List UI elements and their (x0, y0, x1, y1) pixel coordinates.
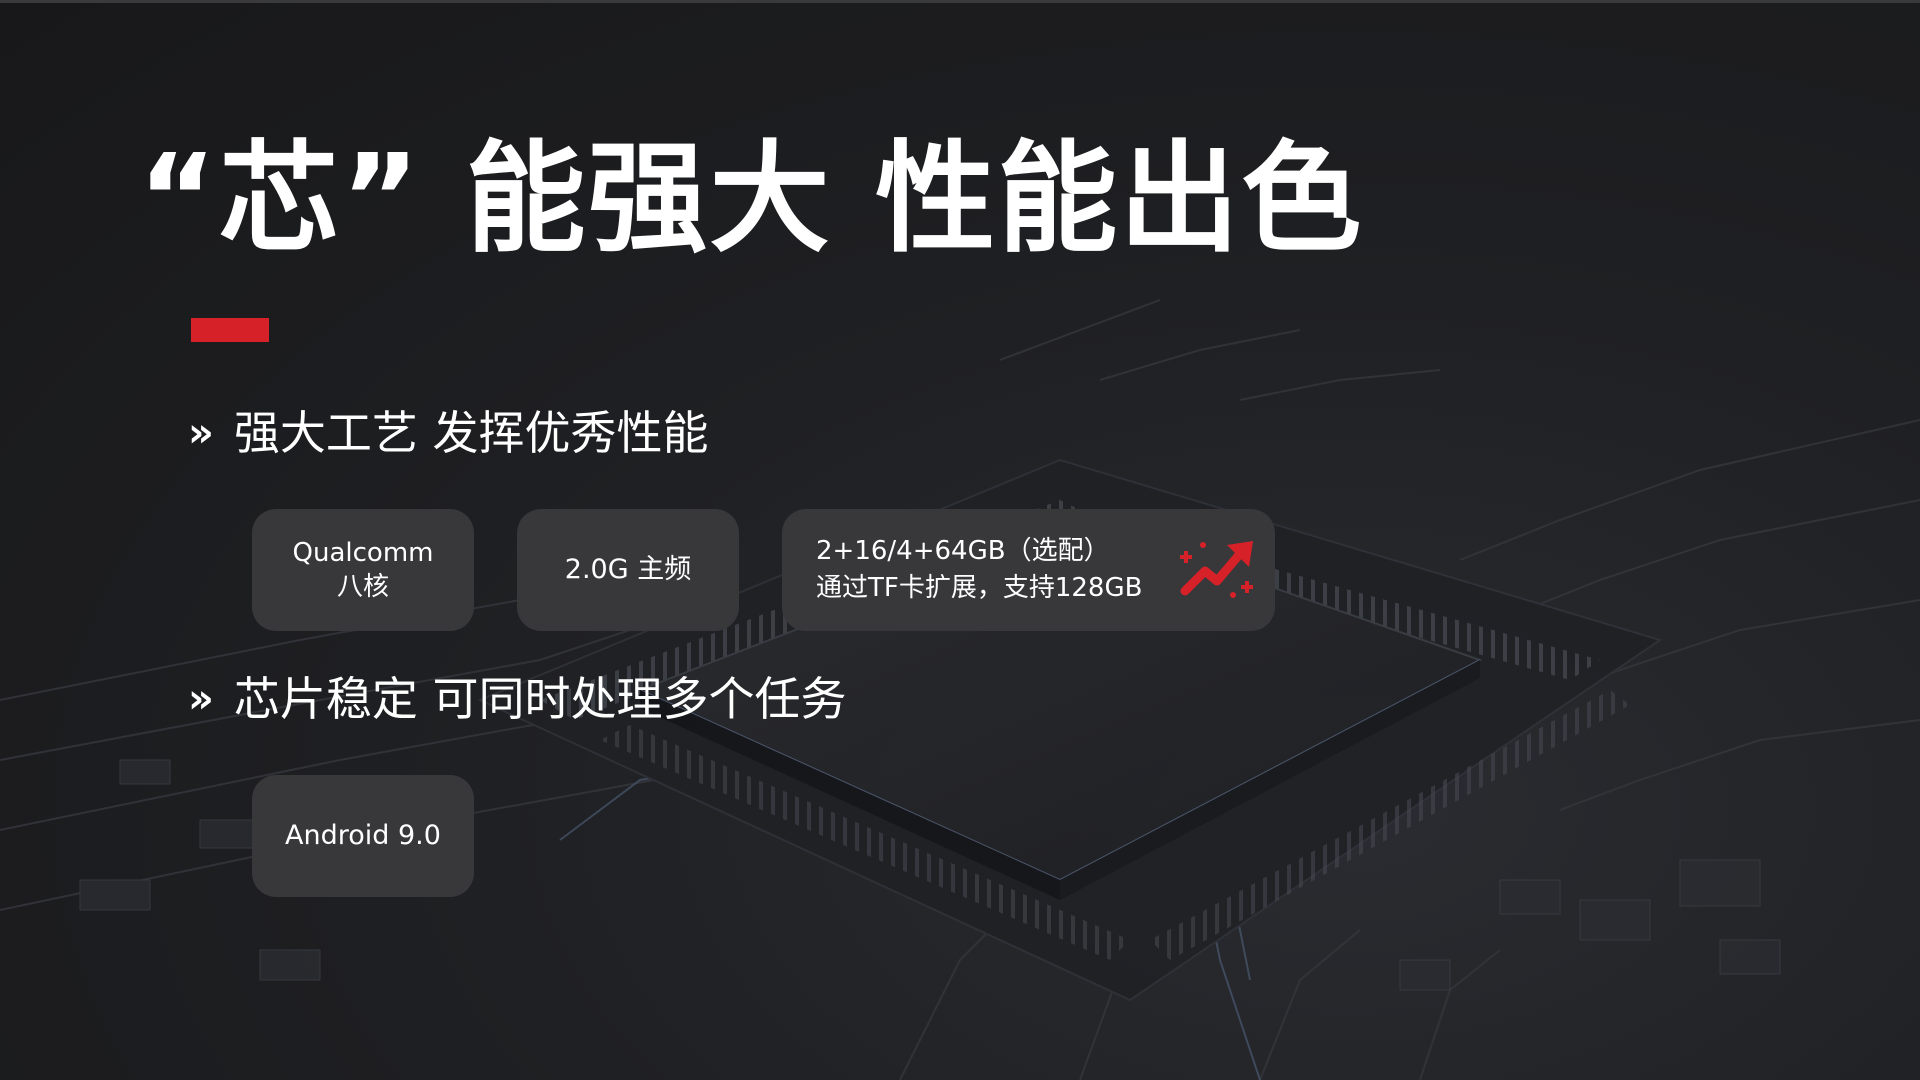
section-heading-text: 芯片稳定 可同时处理多个任务 (233, 672, 847, 726)
page-title: “芯” 能强大 性能出色 (138, 130, 1364, 269)
double-chevron-icon: » (188, 410, 214, 456)
accent-bar (191, 318, 269, 342)
spec-card-os: Android 9.0 (252, 775, 474, 897)
double-chevron-icon: » (188, 676, 214, 722)
spec-card-line: Qualcomm (292, 538, 434, 568)
spec-card-line: 八核 (336, 572, 389, 602)
spec-card-line: 通过TF卡扩展，支持128GB (816, 573, 1143, 603)
growth-chart-icon (1180, 541, 1253, 598)
spec-card-text: Android 9.0 (285, 820, 441, 851)
section-heading-stability: » 芯片稳定 可同时处理多个任务 (188, 676, 846, 722)
spec-card-line: 2+16/4+64GB（选配） (816, 536, 1110, 566)
section-heading-process: » 强大工艺 发挥优秀性能 (188, 410, 708, 456)
spec-card-cpu: Qualcomm 八核 (252, 509, 474, 631)
spec-card-storage: 2+16/4+64GB（选配） 通过TF卡扩展，支持128GB (782, 509, 1275, 631)
spec-card-frequency: 2.0G 主频 (517, 509, 739, 631)
spec-card-text: 2.0G 主频 (564, 554, 692, 585)
section-heading-text: 强大工艺 发挥优秀性能 (233, 406, 709, 460)
slide: “芯” 能强大 性能出色 » 强大工艺 发挥优秀性能 Qualcomm 八核 2… (0, 0, 1920, 1080)
